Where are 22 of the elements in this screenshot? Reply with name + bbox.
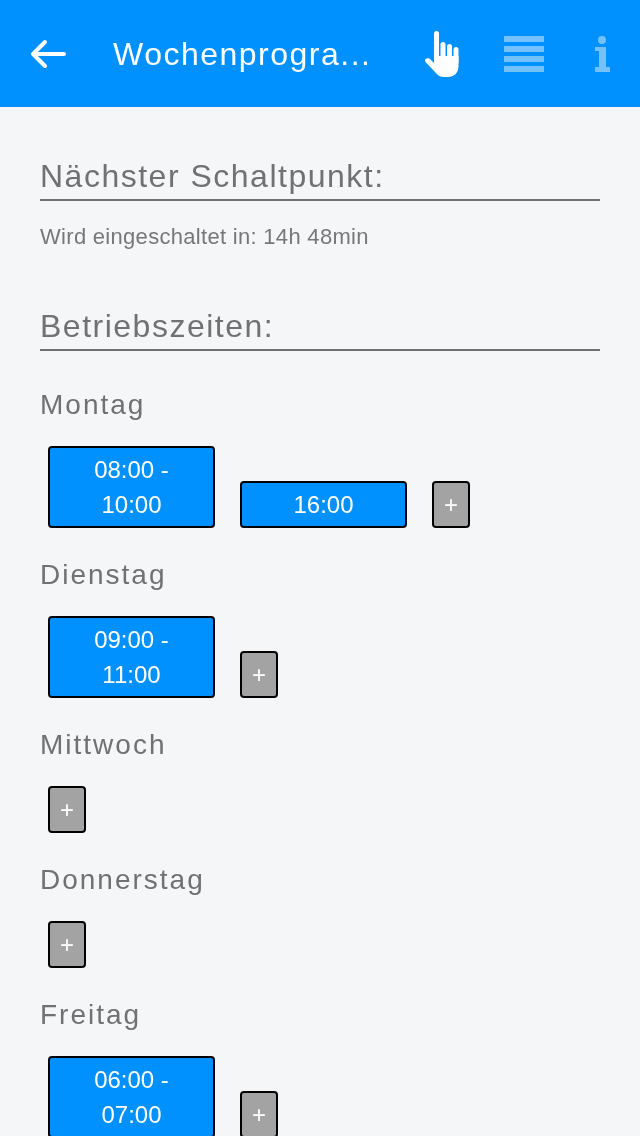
info-icon[interactable]	[594, 35, 610, 72]
add-slot-button[interactable]: +	[240, 651, 278, 698]
list-icon[interactable]	[504, 35, 544, 72]
add-slot-button[interactable]: +	[48, 786, 86, 833]
time-slot-button[interactable]: 08:00 - 10:00	[48, 446, 215, 528]
screen-title: Wochenprogra...	[113, 34, 372, 74]
day-label: Donnerstag	[40, 863, 206, 897]
time-slot-button[interactable]: 06:00 - 07:00	[48, 1056, 215, 1136]
day-label: Mittwoch	[40, 728, 168, 762]
day-label: Freitag	[40, 998, 143, 1032]
next-switch-text: Wird eingeschaltet in: 14h 48min	[40, 223, 370, 251]
section-heading: Betriebszeiten:	[40, 307, 600, 351]
time-slot-button[interactable]: 09:00 - 11:00	[48, 616, 215, 698]
hand-icon[interactable]	[424, 29, 460, 78]
day-label: Montag	[40, 388, 147, 422]
add-slot-button[interactable]: +	[240, 1091, 278, 1136]
back-arrow-icon[interactable]	[30, 38, 66, 69]
add-slot-button[interactable]: +	[48, 921, 86, 968]
time-slot-button[interactable]: 16:00	[240, 481, 407, 528]
add-slot-button[interactable]: +	[432, 481, 470, 528]
section-heading: Nächster Schaltpunkt:	[40, 157, 600, 201]
day-label: Dienstag	[40, 558, 168, 592]
